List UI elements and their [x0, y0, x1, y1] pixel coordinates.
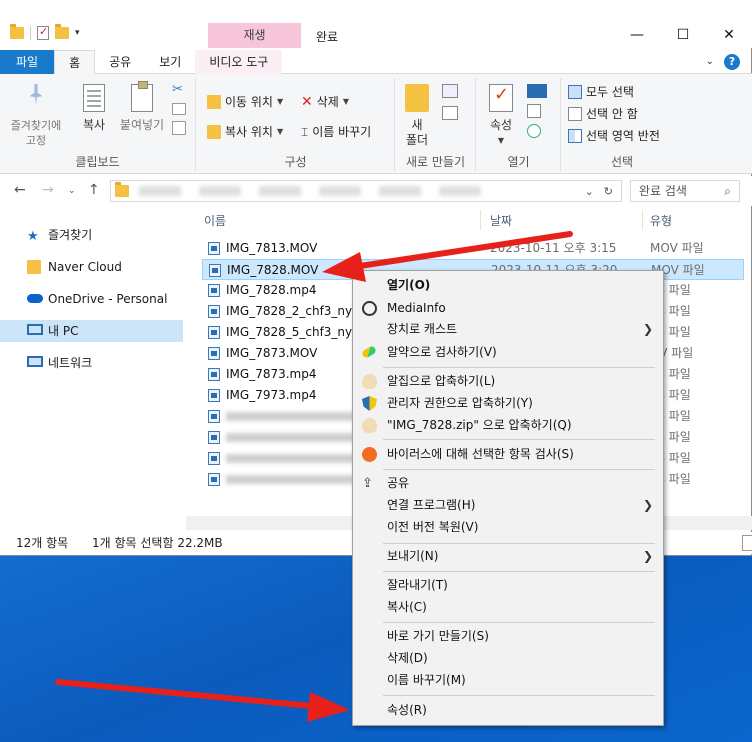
- annotation-arrow-to-file: [322, 231, 573, 282]
- annotation-arrows: [55, 231, 573, 722]
- annotation-arrow-to-properties: [55, 679, 350, 722]
